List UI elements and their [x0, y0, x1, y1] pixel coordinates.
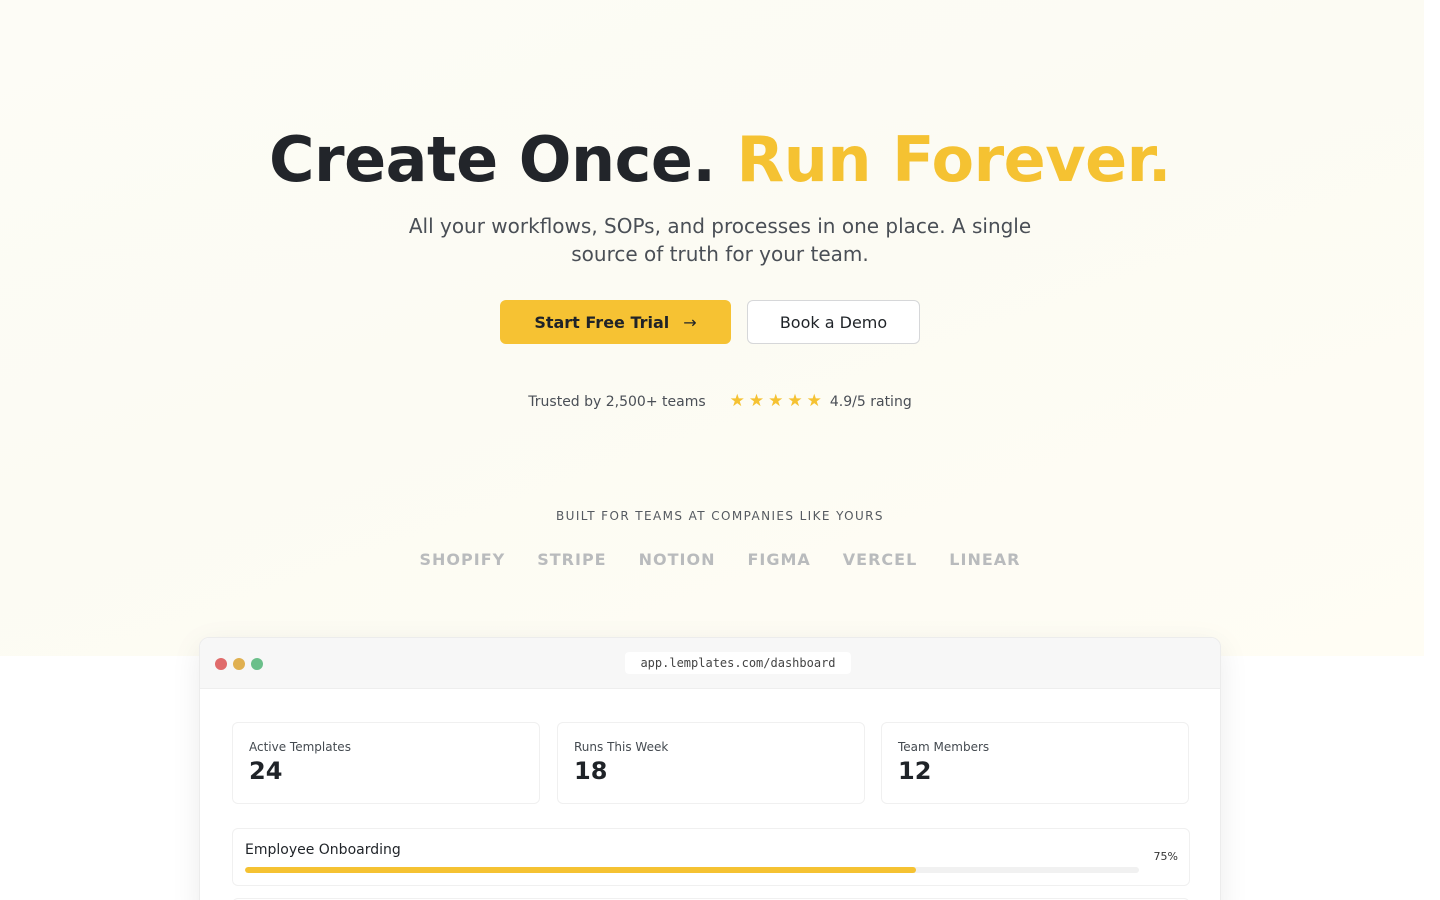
rating-stars: ★ ★ ★ ★ ★	[730, 393, 822, 410]
company-logo-vercel: VERCEL	[842, 550, 918, 569]
book-demo-label: Book a Demo	[779, 312, 888, 332]
company-logo-shopify: SHOPIFY	[419, 550, 506, 569]
address-bar: app.lemplates.com/dashboard	[625, 652, 851, 674]
headline-accent: Run Forever.	[736, 123, 1172, 196]
hero-headline: Create Once. Run Forever.	[0, 124, 1440, 196]
window-maximize-dot	[251, 658, 263, 670]
trusted-by-text: Trusted by 2,500+ teams	[528, 393, 706, 410]
star-icon: ★	[729, 391, 745, 411]
social-proof-label: BUILT FOR TEAMS AT COMPANIES LIKE YOURS	[556, 509, 884, 523]
company-logo-notion: NOTION	[638, 550, 716, 569]
window-close-dot	[215, 658, 227, 670]
star-icon: ★	[787, 391, 803, 411]
progress-title: Employee Onboarding	[245, 842, 401, 858]
company-logo-linear: LINEAR	[949, 550, 1021, 569]
window-titlebar: app.lemplates.com/dashboard	[200, 638, 1220, 689]
company-logos: SHOPIFY STRIPE NOTION FIGMA VERCEL LINEA…	[0, 550, 1440, 569]
window-minimize-dot	[233, 658, 245, 670]
star-icon: ★	[748, 391, 765, 411]
progress-track	[245, 867, 1139, 873]
stat-card-active-templates: Active Templates 24	[232, 722, 540, 804]
progress-fill	[245, 867, 916, 873]
stat-card-runs-this-week: Runs This Week 18	[557, 722, 865, 804]
stats-row: Active Templates 24 Runs This Week 18 Te…	[232, 722, 1190, 804]
stat-label: Team Members	[898, 740, 990, 754]
stat-label: Runs This Week	[574, 740, 669, 754]
star-icon: ★	[768, 391, 784, 411]
star-icon: ★	[806, 391, 822, 411]
company-logo-stripe: STRIPE	[537, 550, 607, 569]
stat-value: 12	[898, 757, 932, 785]
start-free-trial-button[interactable]: Start Free Trial →	[500, 300, 731, 344]
headline-primary: Create Once.	[269, 123, 716, 196]
app-preview-window: app.lemplates.com/dashboard Active Templ…	[199, 637, 1221, 900]
stat-value: 24	[249, 757, 283, 785]
stat-card-team-members: Team Members 12	[881, 722, 1189, 804]
progress-card-employee-onboarding[interactable]: Employee Onboarding 75%	[232, 828, 1190, 886]
trust-row: Trusted by 2,500+ teams ★ ★ ★ ★ ★ 4.9/5 …	[0, 393, 1440, 410]
progress-percent: 75%	[1153, 850, 1178, 863]
company-logo-figma: FIGMA	[747, 550, 811, 569]
arrow-right-icon: →	[683, 312, 697, 332]
stat-value: 18	[574, 757, 608, 785]
hero-section: Create Once. Run Forever. All your workf…	[0, 0, 1440, 600]
rating-text: 4.9/5 rating	[829, 393, 912, 410]
stat-label: Active Templates	[249, 740, 351, 754]
hero-subtitle: All your workflows, SOPs, and processes …	[408, 214, 1032, 266]
start-free-trial-label: Start Free Trial	[534, 312, 670, 332]
book-demo-button[interactable]: Book a Demo	[747, 300, 920, 344]
